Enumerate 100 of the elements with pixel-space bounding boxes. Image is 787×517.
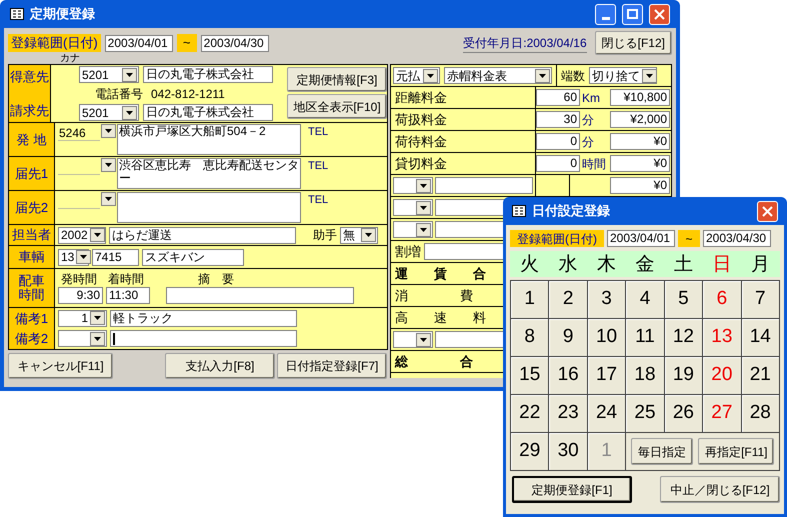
close-button[interactable] xyxy=(649,4,670,24)
dropdown-button[interactable] xyxy=(416,200,431,214)
date-to-field[interactable]: 2003/04/30 xyxy=(703,230,771,247)
day-button[interactable]: 30 xyxy=(549,433,587,470)
day-button[interactable]: 9 xyxy=(549,319,587,356)
vehicle-number-field[interactable]: 7415 xyxy=(92,248,139,266)
day-button[interactable]: 3 xyxy=(588,281,626,318)
dropdown-button[interactable] xyxy=(122,68,137,82)
date-from-field[interactable]: 2003/04/01 xyxy=(607,230,675,247)
day-button[interactable]: 12 xyxy=(664,319,702,356)
dropdown-field[interactable]: 2002 xyxy=(58,226,106,244)
maximize-button[interactable] xyxy=(622,4,643,24)
day-button[interactable]: 11 xyxy=(626,319,664,356)
address-field[interactable]: 横浜市戸塚区大船町504－2 xyxy=(117,124,301,155)
billing-name-field[interactable]: 日の丸電子株式会社 xyxy=(143,104,273,121)
item-field[interactable] xyxy=(435,177,533,194)
depart-time-field[interactable]: 9:30 xyxy=(58,287,103,304)
dropdown-field[interactable] xyxy=(393,221,433,238)
day-button[interactable]: 29 xyxy=(511,433,548,470)
day-button[interactable]: 7 xyxy=(742,281,779,318)
dropdown-field[interactable]: 5201 xyxy=(79,104,139,121)
quantity-field[interactable]: 30 xyxy=(536,111,580,128)
day-button[interactable]: 6 xyxy=(703,281,741,318)
close-button[interactable] xyxy=(757,200,778,222)
day-button[interactable]: 21 xyxy=(742,357,779,394)
vehicle-name-field[interactable]: スズキバン xyxy=(142,248,244,266)
day-button[interactable]: 26 xyxy=(664,395,702,432)
dropdown-field[interactable]: 切り捨て xyxy=(589,67,657,84)
address-code-field[interactable]: 5246 xyxy=(58,124,100,141)
staff-name-field[interactable]: はらだ運送 xyxy=(109,226,296,244)
amount-field[interactable]: ¥2,000 xyxy=(610,111,670,128)
day-button[interactable]: 10 xyxy=(588,319,626,356)
dropdown-field[interactable]: 元払 xyxy=(393,67,440,84)
day-button[interactable]: 13 xyxy=(703,319,741,356)
quantity-field[interactable]: 60 xyxy=(536,89,580,106)
side-button[interactable]: 定期便情報[F3] xyxy=(287,67,387,92)
day-button[interactable]: 5 xyxy=(664,281,702,318)
dropdown-button[interactable] xyxy=(101,158,116,172)
quantity-field[interactable]: 0 xyxy=(536,155,580,172)
day-button[interactable]: 24 xyxy=(588,395,626,432)
arrive-time-field[interactable]: 11:30 xyxy=(106,287,150,304)
dropdown-field[interactable] xyxy=(393,331,433,348)
amount-field[interactable]: ¥0 xyxy=(610,155,670,172)
memo-field[interactable] xyxy=(166,287,354,304)
day-button[interactable]: 1 xyxy=(511,281,548,318)
minimize-button[interactable] xyxy=(595,4,616,24)
dropdown-field[interactable] xyxy=(58,330,107,348)
register-button[interactable]: 定期便登録[F1] xyxy=(512,476,632,503)
day-button[interactable]: 18 xyxy=(626,357,664,394)
day-button[interactable]: 16 xyxy=(549,357,587,394)
dropdown-field[interactable]: 1 xyxy=(58,310,107,327)
day-button[interactable]: 17 xyxy=(588,357,626,394)
dropdown-button[interactable] xyxy=(423,68,438,82)
quantity-field[interactable]: 0 xyxy=(536,133,580,150)
day-button[interactable]: 28 xyxy=(742,395,779,432)
day-button[interactable]: 23 xyxy=(549,395,587,432)
dropdown-button[interactable] xyxy=(90,311,105,326)
dropdown-button[interactable] xyxy=(361,228,376,242)
dropdown-button[interactable] xyxy=(416,178,431,192)
dropdown-button[interactable] xyxy=(90,228,105,242)
remark-field[interactable]: 軽トラック xyxy=(110,310,297,327)
remark-field[interactable] xyxy=(110,330,297,348)
dropdown-button[interactable] xyxy=(101,192,116,206)
dropdown-field[interactable] xyxy=(393,199,433,216)
amount-field[interactable]: ¥0 xyxy=(610,133,670,150)
day-button[interactable]: 14 xyxy=(742,319,779,356)
date-to-field[interactable]: 2003/04/30 xyxy=(200,34,269,52)
customer-name-field[interactable]: 日の丸電子株式会社 xyxy=(143,66,273,83)
close-form-button[interactable]: 閉じる[F12] xyxy=(594,31,672,55)
dropdown-field[interactable]: 13 xyxy=(58,248,89,266)
amount-field[interactable]: ¥0 xyxy=(610,177,670,194)
dropdown-button[interactable] xyxy=(101,124,116,138)
dropdown-button[interactable] xyxy=(642,68,657,82)
dropdown-button[interactable] xyxy=(416,332,431,346)
date-from-field[interactable]: 2003/04/01 xyxy=(104,34,173,52)
address-field[interactable] xyxy=(117,192,301,223)
dropdown-field[interactable]: 赤帽料金表 xyxy=(444,67,552,84)
day-button[interactable]: 4 xyxy=(626,281,664,318)
amount-field[interactable]: ¥10,800 xyxy=(610,89,670,106)
payment-button[interactable]: 支払入力[F8] xyxy=(165,353,275,379)
address-field[interactable]: 渋谷区恵比寿 恵比寿配送センター xyxy=(117,158,301,189)
side-button[interactable]: 地区全表示[F10] xyxy=(287,94,387,119)
day-button[interactable]: 8 xyxy=(511,319,548,356)
dropdown-button[interactable] xyxy=(76,250,92,264)
day-button[interactable]: 2 xyxy=(549,281,587,318)
dropdown-button[interactable] xyxy=(90,332,105,346)
day-button[interactable]: 19 xyxy=(664,357,702,394)
dropdown-field[interactable]: 5201 xyxy=(79,66,139,83)
date-register-button[interactable]: 日付指定登録[F7] xyxy=(277,353,387,379)
dropdown-field[interactable] xyxy=(393,177,433,194)
day-button[interactable]: 20 xyxy=(703,357,741,394)
dropdown-button[interactable] xyxy=(535,68,550,82)
day-button[interactable]: 25 xyxy=(626,395,664,432)
dropdown-button[interactable] xyxy=(416,222,431,236)
day-button[interactable]: 22 xyxy=(511,395,548,432)
close-dialog-button[interactable]: 中止／閉じる[F12] xyxy=(660,476,780,503)
respecify-button[interactable]: 再指定[F11] xyxy=(698,438,774,465)
daily-button[interactable]: 毎日指定 xyxy=(630,438,693,465)
day-button[interactable]: 15 xyxy=(511,357,548,394)
dropdown-button[interactable] xyxy=(122,106,137,120)
